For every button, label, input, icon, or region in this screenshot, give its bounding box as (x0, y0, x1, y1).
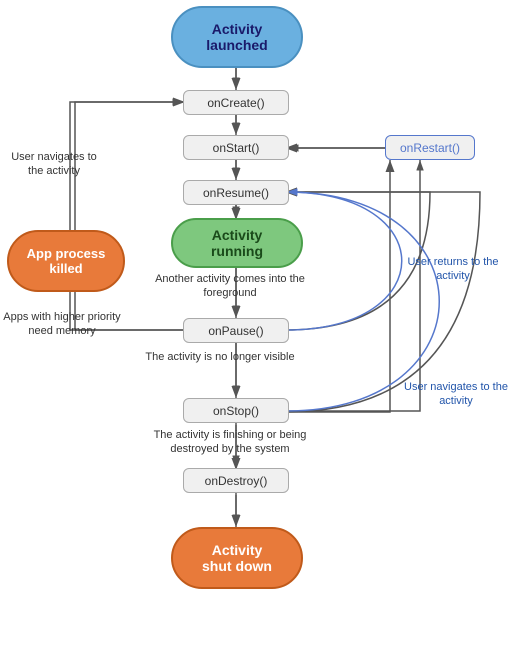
app-process-killed-label: App process killed (27, 246, 106, 276)
on-start-node: onStart() (183, 135, 289, 160)
activity-shut-down-node: Activity shut down (171, 527, 303, 589)
user-navigates-right-label: User navigates to the activity (401, 380, 511, 409)
activity-running-node: Activity running (171, 218, 303, 268)
user-returns-label: User returns to the activity (403, 255, 503, 284)
on-pause-label: onPause() (208, 324, 263, 338)
user-navigates-left-label: User navigates to the activity (4, 150, 104, 179)
on-start-label: onStart() (213, 141, 260, 155)
activity-lifecycle-diagram: Activity launched onCreate() onStart() o… (0, 0, 513, 663)
on-create-label: onCreate() (207, 96, 264, 110)
activity-finishing-label: The activity is finishing or being destr… (130, 428, 330, 457)
on-create-node: onCreate() (183, 90, 289, 115)
apps-higher-priority-label: Apps with higher priority need memory (2, 310, 122, 339)
on-pause-node: onPause() (183, 318, 289, 343)
on-restart-label: onRestart() (400, 141, 460, 155)
on-restart-node: onRestart() (385, 135, 475, 160)
activity-shut-down-label: Activity shut down (202, 542, 272, 574)
on-destroy-label: onDestroy() (205, 474, 268, 488)
activity-launched-node: Activity launched (171, 6, 303, 68)
on-stop-label: onStop() (213, 404, 259, 418)
app-process-killed-node: App process killed (7, 230, 125, 292)
activity-launched-label: Activity launched (206, 21, 267, 53)
activity-running-label: Activity running (211, 227, 263, 259)
on-destroy-node: onDestroy() (183, 468, 289, 493)
on-resume-node: onResume() (183, 180, 289, 205)
no-longer-visible-label: The activity is no longer visible (145, 350, 295, 364)
on-stop-node: onStop() (183, 398, 289, 423)
another-activity-label: Another activity comes into the foregrou… (155, 272, 305, 301)
on-resume-label: onResume() (203, 186, 269, 200)
